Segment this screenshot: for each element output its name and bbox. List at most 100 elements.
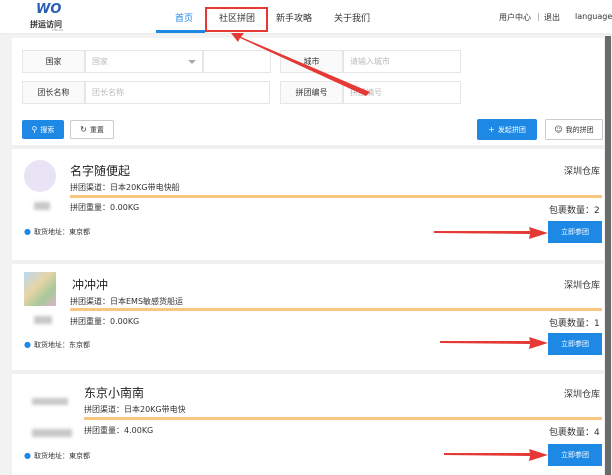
user-center-link[interactable]: 用户中心 [499,12,531,23]
logo-mark: WO [36,2,62,17]
join-group-button[interactable]: 立即参团 [548,333,602,355]
card-channel: 拼团渠道：日本20KG带电快 [84,404,186,415]
address-value: 東京都 [68,228,90,236]
search-icon: ⚲ [31,125,38,134]
nav-beginner-guide[interactable]: 新手攻略 [276,11,312,24]
refresh-icon: ↻ [80,125,87,134]
package-count: 包裹数量：1 [549,316,600,329]
weight-label: 拼团重量： [70,317,110,326]
plus-icon: + [488,125,495,134]
channel-value: 日本EMS敏感货船运 [110,297,184,306]
create-group-button-label: 发起拼团 [497,125,526,134]
redacted-avatar [32,398,68,405]
create-group-button[interactable]: + 发起拼团 [477,119,537,140]
channel-label: 拼团渠道： [84,405,124,414]
vertical-scrollbar[interactable] [604,36,612,475]
leader-name-input[interactable]: 团长名称 [85,81,270,104]
header-separator: | [537,12,540,21]
card-title: 冲冲冲 [72,278,109,292]
annotation-highlight-box [205,7,268,32]
leader-name-label: 团长名称 [22,81,85,104]
country-select-placeholder: 国家 [92,57,108,66]
weight-value: 0.00KG [110,203,140,212]
country-select[interactable]: 国家 [85,50,203,73]
channel-label: 拼团渠道： [70,183,110,192]
reset-button-label: 重置 [89,125,104,134]
progress-bar [70,308,602,311]
pickup-address: ● 取货地址：东京都 [24,340,90,350]
site-logo[interactable]: WO 拼运访问 PINYUN [30,2,78,32]
country-label: 国家 [22,50,85,73]
weight-value: 0.00KG [110,317,140,326]
address-label: 取货地址： [33,228,69,236]
progress-bar [70,195,602,198]
user-icon: ☺ [554,125,563,134]
card-channel: 拼团渠道：日本20KG带电快船 [70,182,180,193]
weight-value: 4.00KG [124,426,154,435]
group-card[interactable]: 冲冲冲 拼团渠道：日本EMS敏感货船运 拼团重量：0.00KG 深圳仓库 包裹数… [12,264,606,374]
nav-home[interactable]: 首页 [175,11,193,24]
card-weight: 拼团重量：0.00KG [70,202,139,213]
redacted-name [32,429,72,437]
card-weight: 拼团重量：0.00KG [70,316,139,327]
progress-bar [84,417,602,420]
my-groups-button[interactable]: ☺ 我的拼团 [545,119,603,140]
my-groups-button-label: 我的拼团 [565,125,594,134]
package-count: 包裹数量：4 [549,425,600,438]
package-count: 包裹数量：2 [549,203,600,216]
channel-value: 日本20KG带电快船 [110,183,180,192]
address-value: 東京都 [68,452,90,460]
location-pin-icon: ● [24,451,31,460]
card-title: 东京小南南 [84,386,145,400]
weight-label: 拼团重量： [70,203,110,212]
avatar [24,272,56,306]
pickup-address: ● 取货地址：東京都 [24,227,90,237]
count-label: 包裹数量： [549,428,595,438]
channel-label: 拼团渠道： [70,297,110,306]
search-button-label: 搜索 [40,125,55,134]
warehouse-label: 深圳仓库 [564,167,601,177]
weight-label: 拼团重量： [84,426,124,435]
reset-button[interactable]: ↻ 重置 [70,120,114,139]
address-label: 取货地址： [33,452,69,460]
join-group-button[interactable]: 立即参团 [548,221,602,243]
count-value: 1 [594,319,600,329]
nav-about-us[interactable]: 关于我们 [334,11,370,24]
active-nav-underline [156,30,205,33]
country-extra-field[interactable] [203,50,271,73]
city-input[interactable]: 请输入城市 [343,50,461,73]
card-weight: 拼团重量：4.00KG [84,425,153,436]
location-pin-icon: ● [24,340,31,349]
logo-subtext: PINYUN [52,28,64,32]
card-title: 名字随便起 [70,164,131,178]
section-divider [12,145,606,149]
count-value: 2 [594,206,600,216]
pickup-address: ● 取货地址：東京都 [24,451,90,461]
warehouse-label: 深圳仓库 [564,390,601,400]
group-card[interactable]: 名字随便起 拼团渠道：日本20KG带电快船 拼团重量：0.00KG 深圳仓库 包… [12,150,606,260]
count-value: 4 [594,428,600,438]
group-number-label: 拼团编号 [280,81,343,104]
language-switcher[interactable]: language [575,12,612,21]
address-label: 取货地址： [33,341,69,349]
group-number-input[interactable]: 拼团编号 [343,81,461,104]
progress-bar-fill [70,195,602,198]
avatar [24,160,56,192]
channel-value: 日本20KG带电快 [124,405,186,414]
redacted-name [34,202,50,210]
card-channel: 拼团渠道：日本EMS敏感货船运 [70,296,183,307]
progress-bar-fill [70,308,602,311]
location-pin-icon: ● [24,227,31,236]
group-card[interactable]: 东京小南南 拼团渠道：日本20KG带电快 拼团重量：4.00KG 深圳仓库 包裹… [12,374,606,475]
search-button[interactable]: ⚲ 搜索 [22,120,64,139]
logout-link[interactable]: 退出 [544,12,560,23]
progress-bar-fill [84,417,602,420]
count-label: 包裹数量： [549,206,595,216]
city-label: 城市 [280,50,343,73]
main-content-panel: 国家 国家 城市 请输入城市 团长名称 团长名称 拼团编号 拼团编号 ⚲ 搜索 … [12,38,606,475]
join-group-button[interactable]: 立即参团 [548,444,602,466]
warehouse-label: 深圳仓库 [564,281,601,291]
address-value: 东京都 [68,341,90,349]
scrollbar-thumb[interactable] [605,36,611,475]
chevron-down-icon [188,60,196,64]
